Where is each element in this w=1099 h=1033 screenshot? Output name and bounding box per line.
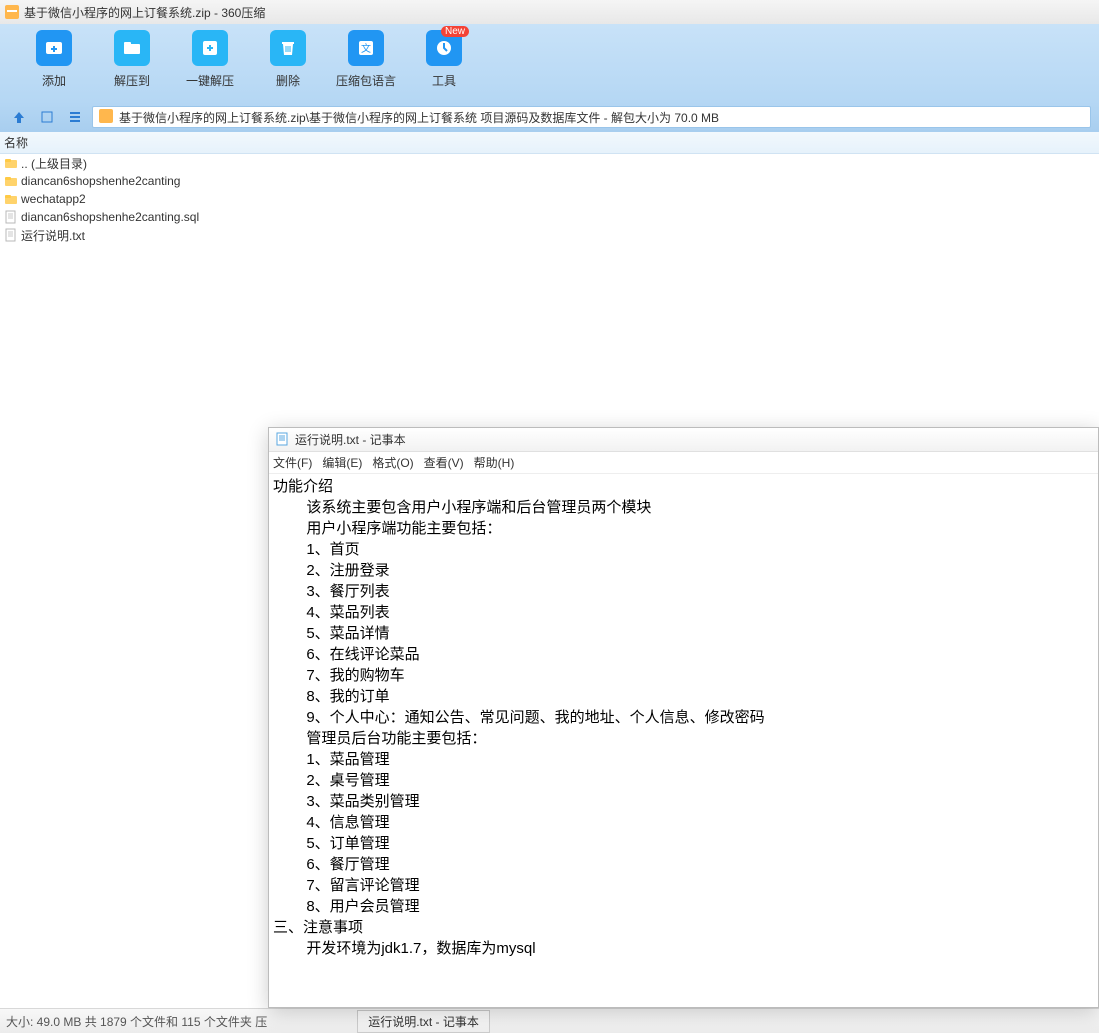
notepad-menubar: 文件(F) 编辑(E) 格式(O) 查看(V) 帮助(H) <box>269 452 1098 474</box>
add-button[interactable]: 添加 <box>15 30 93 102</box>
file-name: diancan6shopshenhe2canting <box>21 174 180 188</box>
notepad-title-text: 运行说明.txt - 记事本 <box>295 431 406 448</box>
file-list: .. (上级目录) diancan6shopshenhe2canting wecha… <box>0 154 1099 244</box>
up-arrow-icon[interactable] <box>8 106 30 128</box>
oneclick-icon <box>192 30 228 66</box>
menu-file[interactable]: 文件(F) <box>273 454 312 471</box>
notepad-window: 运行说明.txt - 记事本 文件(F) 编辑(E) 格式(O) 查看(V) 帮… <box>268 427 1099 1008</box>
lang-button[interactable]: 文 压缩包语言 <box>327 30 405 102</box>
archive-icon <box>4 4 20 20</box>
main-toolbar: 添加 解压到 一键解压 删除 文 压缩包语言 New 工具 <box>0 24 1099 102</box>
menu-format[interactable]: 格式(O) <box>372 454 413 471</box>
file-name: diancan6shopshenhe2canting.sql <box>21 210 199 224</box>
oneclick-extract-button[interactable]: 一键解压 <box>171 30 249 102</box>
window-titlebar: 基于微信小程序的网上订餐系统.zip - 360压缩 <box>0 0 1099 24</box>
notepad-body[interactable]: 功能介绍 该系统主要包含用户小程序端和后台管理员两个模块 用户小程序端功能主要包… <box>269 474 1098 1007</box>
view-list-icon[interactable] <box>64 106 86 128</box>
extract-button[interactable]: 解压到 <box>93 30 171 102</box>
language-icon: 文 <box>348 30 384 66</box>
folder-icon <box>3 173 19 189</box>
menu-help[interactable]: 帮助(H) <box>474 454 515 471</box>
archive-icon <box>99 109 115 125</box>
file-name: wechatapp2 <box>21 192 86 206</box>
menu-view[interactable]: 查看(V) <box>424 454 464 471</box>
tools-button[interactable]: New 工具 <box>405 30 483 102</box>
list-item[interactable]: diancan6shopshenhe2canting <box>0 172 1099 190</box>
file-name: .. (上级目录) <box>21 155 87 172</box>
taskbar-button[interactable]: 运行说明.txt - 记事本 <box>357 1010 490 1033</box>
delete-button[interactable]: 删除 <box>249 30 327 102</box>
menu-edit[interactable]: 编辑(E) <box>322 454 362 471</box>
file-icon <box>3 227 19 243</box>
folder-icon <box>3 191 19 207</box>
file-icon <box>3 209 19 225</box>
path-bar: 基于微信小程序的网上订餐系统.zip\基于微信小程序的网上订餐系统 项目源码及数… <box>0 102 1099 132</box>
folder-icon <box>3 155 19 171</box>
trash-icon <box>270 30 306 66</box>
notepad-icon <box>275 432 291 448</box>
path-text: 基于微信小程序的网上订餐系统.zip\基于微信小程序的网上订餐系统 项目源码及数… <box>119 109 719 126</box>
status-text: 大小: 49.0 MB 共 1879 个文件和 115 个文件夹 压 <box>6 1013 267 1030</box>
new-badge: New <box>441 26 469 37</box>
path-input[interactable]: 基于微信小程序的网上订餐系统.zip\基于微信小程序的网上订餐系统 项目源码及数… <box>92 106 1091 128</box>
list-item[interactable]: 运行说明.txt <box>0 226 1099 244</box>
list-item[interactable]: diancan6shopshenhe2canting.sql <box>0 208 1099 226</box>
col-name[interactable]: 名称 <box>4 134 28 151</box>
list-item[interactable]: wechatapp2 <box>0 190 1099 208</box>
status-bar: 大小: 49.0 MB 共 1879 个文件和 115 个文件夹 压 运行说明.… <box>0 1008 1099 1033</box>
file-name: 运行说明.txt <box>21 227 85 244</box>
notepad-titlebar[interactable]: 运行说明.txt - 记事本 <box>269 428 1098 452</box>
svg-text:文: 文 <box>361 42 371 55</box>
column-headers: 名称 <box>0 132 1099 154</box>
list-item[interactable]: .. (上级目录) <box>0 154 1099 172</box>
window-title-text: 基于微信小程序的网上订餐系统.zip - 360压缩 <box>24 4 265 21</box>
add-icon <box>36 30 72 66</box>
folder-icon <box>114 30 150 66</box>
view-details-icon[interactable] <box>36 106 58 128</box>
